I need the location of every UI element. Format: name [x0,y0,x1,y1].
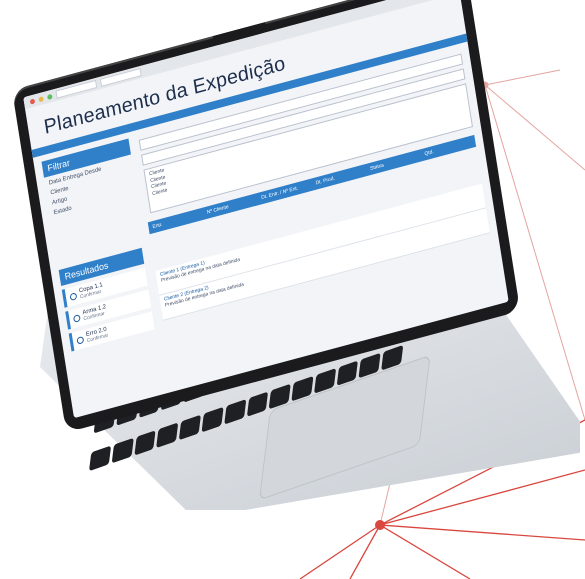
minimize-icon[interactable] [38,95,44,102]
keyboard-key[interactable] [246,391,269,418]
keyboard-key[interactable] [156,422,179,449]
keyboard-key[interactable] [133,430,156,457]
search-icon[interactable] [76,335,85,345]
keyboard-key[interactable] [88,446,111,472]
maximize-icon[interactable] [46,93,53,100]
close-icon[interactable] [29,97,36,105]
keyboard-key[interactable] [223,399,246,426]
shipment-rows: Cliente 1 (Entrega 1) Previsão de entreg… [155,183,490,321]
keyboard-key[interactable] [111,438,134,464]
keyboard-key[interactable] [178,415,201,441]
keyboard-key[interactable] [201,407,224,433]
search-icon[interactable] [72,313,81,323]
network-node [375,520,385,530]
results-panel: Resultados Copa 1.1 Confirmar Arma 1.2 C… [58,247,156,356]
search-icon[interactable] [69,291,78,301]
